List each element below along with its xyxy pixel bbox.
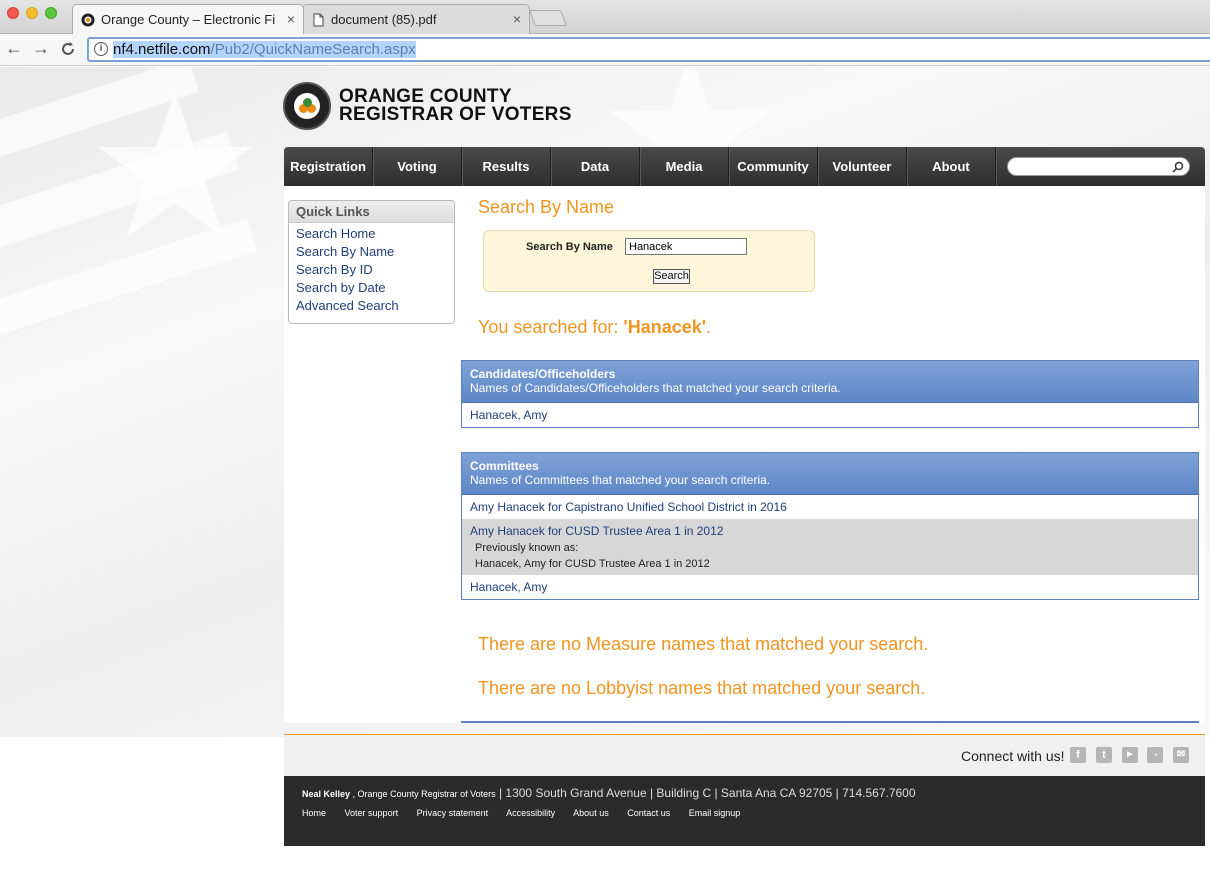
- nav-community[interactable]: Community: [729, 147, 818, 186]
- quick-link-search-by-name[interactable]: Search By Name: [289, 243, 454, 261]
- list-item[interactable]: Hanacek, Amy: [462, 575, 1198, 599]
- committees-panel: Committees Names of Committees that matc…: [461, 452, 1199, 600]
- search-button[interactable]: Search: [653, 269, 690, 284]
- search-label: Search By Name: [526, 241, 613, 253]
- url-host: nf4.netfile.com: [113, 41, 211, 58]
- footer: Neal Kelley , Orange County Registrar of…: [284, 776, 1205, 846]
- divider: [461, 721, 1199, 723]
- no-lobbyist-message: There are no Lobbyist names that matched…: [478, 678, 926, 698]
- quick-link-search-by-id[interactable]: Search By ID: [289, 261, 454, 279]
- nav-media[interactable]: Media: [640, 147, 729, 186]
- web-page: ORANGE COUNTY REGISTRAR OF VOTERS Regist…: [0, 67, 1210, 872]
- youtube-icon[interactable]: ▶: [1122, 747, 1138, 763]
- quick-link-advanced-search[interactable]: Advanced Search: [289, 297, 454, 315]
- browser-toolbar: ← → i nf4.netfile.com/Pub2/QuickNameSear…: [0, 34, 1210, 66]
- candidates-panel-subtitle: Names of Candidates/Officeholders that m…: [470, 381, 841, 395]
- previous-name-label: Previously known as:: [475, 542, 579, 554]
- search-summary: You searched for: 'Hanacek'.: [478, 317, 711, 338]
- main-nav: Registration Voting Results Data Media C…: [284, 147, 1205, 186]
- name-search-input[interactable]: [625, 238, 747, 255]
- candidates-panel-title: Candidates/Officeholders: [470, 367, 616, 381]
- nav-voting[interactable]: Voting: [373, 147, 462, 186]
- tab-title: Orange County – Electronic Fi: [101, 12, 276, 27]
- address-bar[interactable]: i nf4.netfile.com/Pub2/QuickNameSearch.a…: [87, 37, 1210, 62]
- nav-about[interactable]: About: [907, 147, 996, 186]
- star-icon: [98, 92, 252, 237]
- new-tab-button[interactable]: [529, 10, 567, 26]
- list-item[interactable]: Amy Hanacek for CUSD Trustee Area 1 in 2…: [462, 519, 1198, 575]
- quick-links-title: Quick Links: [289, 201, 454, 223]
- search-summary-prefix: You searched for:: [478, 317, 624, 337]
- committees-panel-header: Committees Names of Committees that matc…: [462, 453, 1198, 495]
- close-window-button[interactable]: [7, 7, 19, 19]
- registrar-role: Orange County Registrar of Voters: [357, 789, 496, 799]
- search-form: Search By Name Search: [483, 230, 815, 292]
- twitter-icon[interactable]: t: [1096, 747, 1112, 763]
- minimize-window-button[interactable]: [26, 7, 38, 19]
- forward-arrow-icon[interactable]: →: [32, 38, 50, 59]
- document-icon: [313, 13, 324, 27]
- back-arrow-icon[interactable]: ←: [5, 38, 23, 59]
- registrar-name: Neal Kelley: [302, 789, 351, 799]
- rss-icon[interactable]: ◔: [1147, 747, 1163, 763]
- email-icon[interactable]: ✉: [1173, 747, 1189, 763]
- search-icon[interactable]: [1172, 161, 1184, 173]
- footer-link-privacy[interactable]: Privacy statement: [417, 808, 489, 818]
- tab-close-icon[interactable]: ×: [513, 11, 521, 27]
- list-item[interactable]: Amy Hanacek for Capistrano Unified Schoo…: [462, 495, 1198, 519]
- footer-address: Neal Kelley , Orange County Registrar of…: [302, 786, 916, 800]
- quick-link-search-home[interactable]: Search Home: [289, 225, 454, 243]
- list-item[interactable]: Hanacek, Amy: [462, 403, 1198, 427]
- committees-panel-subtitle: Names of Committees that matched your se…: [470, 473, 771, 487]
- no-measure-message: There are no Measure names that matched …: [478, 634, 929, 654]
- connect-label: Connect with us!: [961, 748, 1065, 764]
- search-summary-term: 'Hanacek': [623, 317, 707, 337]
- footer-social-bar: Connect with us! f t ▶ ◔ ✉: [284, 734, 1205, 776]
- previous-name: Hanacek, Amy for CUSD Trustee Area 1 in …: [475, 558, 710, 570]
- search-summary-suffix: .: [706, 317, 712, 337]
- browser-tab-bar: Orange County – Electronic Fi × document…: [0, 0, 1210, 34]
- info-icon[interactable]: i: [94, 42, 108, 56]
- county-seal-icon: [283, 82, 331, 130]
- site-title-line2: REGISTRAR OF VOTERS: [339, 104, 572, 125]
- footer-links: Home Voter support Privacy statement Acc…: [302, 808, 756, 818]
- site-search-input[interactable]: [1007, 157, 1190, 176]
- committee-link[interactable]: Hanacek, Amy: [470, 580, 547, 594]
- url-path: /Pub2/QuickNameSearch.aspx: [210, 41, 416, 58]
- footer-link-voter-support[interactable]: Voter support: [345, 808, 399, 818]
- committee-link[interactable]: Amy Hanacek for CUSD Trustee Area 1 in 2…: [470, 523, 1198, 540]
- footer-link-about[interactable]: About us: [573, 808, 609, 818]
- candidate-link[interactable]: Hanacek, Amy: [470, 408, 547, 422]
- tab-orange-county[interactable]: Orange County – Electronic Fi ×: [72, 4, 304, 34]
- committees-panel-title: Committees: [470, 459, 539, 473]
- quick-link-search-by-date[interactable]: Search by Date: [289, 279, 454, 297]
- footer-link-contact[interactable]: Contact us: [627, 808, 670, 818]
- page-title: Search By Name: [478, 197, 615, 217]
- candidates-panel-header: Candidates/Officeholders Names of Candid…: [462, 361, 1198, 403]
- facebook-icon[interactable]: f: [1070, 747, 1086, 763]
- footer-link-email-signup[interactable]: Email signup: [689, 808, 741, 818]
- reload-icon[interactable]: [60, 41, 76, 57]
- nav-registration[interactable]: Registration: [284, 147, 373, 186]
- footer-link-home[interactable]: Home: [302, 808, 326, 818]
- maximize-window-button[interactable]: [45, 7, 57, 19]
- footer-separator: ,: [350, 789, 358, 799]
- nav-volunteer[interactable]: Volunteer: [818, 147, 907, 186]
- nav-results[interactable]: Results: [462, 147, 551, 186]
- footer-link-accessibility[interactable]: Accessibility: [506, 808, 555, 818]
- candidates-panel: Candidates/Officeholders Names of Candid…: [461, 360, 1199, 428]
- main-content: Quick Links Search Home Search By Name S…: [284, 186, 1205, 723]
- address-text: | 1300 South Grand Avenue | Building C |…: [495, 786, 916, 800]
- nav-data[interactable]: Data: [551, 147, 640, 186]
- tab-document-pdf[interactable]: document (85).pdf ×: [302, 4, 530, 34]
- committee-link[interactable]: Amy Hanacek for Capistrano Unified Schoo…: [470, 500, 787, 514]
- tab-close-icon[interactable]: ×: [287, 11, 295, 27]
- site-title: ORANGE COUNTY REGISTRAR OF VOTERS: [339, 87, 572, 125]
- quick-links-panel: Quick Links Search Home Search By Name S…: [288, 200, 455, 324]
- tab-title: document (85).pdf: [331, 12, 437, 27]
- site-favicon-icon: [81, 13, 95, 27]
